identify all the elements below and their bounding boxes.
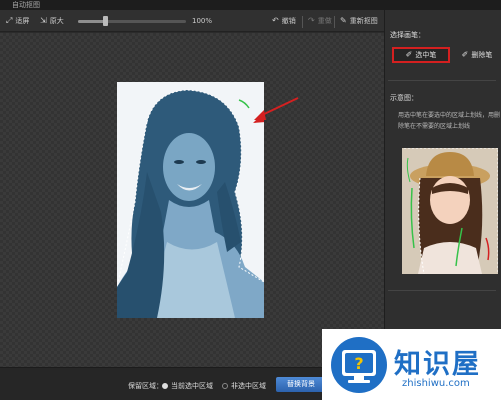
red-arrow-annotation xyxy=(254,97,299,120)
select-pen-heading: 选择画笔： xyxy=(390,31,425,39)
svg-text:?: ? xyxy=(354,354,363,373)
redo-label: 重做 xyxy=(317,17,332,25)
zoom-level: 100% xyxy=(192,17,213,25)
toolbar-divider xyxy=(334,16,335,28)
keep-unselected-label: 非选中区域 xyxy=(231,382,266,390)
original-size-icon: ⇲ xyxy=(40,16,47,25)
panel-divider xyxy=(388,290,496,291)
redraw-button[interactable]: ✎ 重新抠图 xyxy=(340,14,378,28)
panel-divider xyxy=(388,80,496,81)
fit-screen-button[interactable]: ⤢ 适屏 xyxy=(6,14,29,28)
undo-label: 撤销 xyxy=(281,17,296,25)
example-image xyxy=(402,148,498,274)
replace-background-button[interactable]: 替换背景 xyxy=(276,377,326,392)
brush-icon: ✎ xyxy=(340,16,347,25)
brand-url: zhishiwu.com xyxy=(402,378,470,389)
original-size-label: 原大 xyxy=(49,17,64,25)
fit-screen-label: 适屏 xyxy=(15,17,30,25)
pen-icon: ✐ xyxy=(405,50,413,59)
window-title: 自动抠图 xyxy=(12,1,40,9)
redo-icon: ↷ xyxy=(308,16,315,25)
title-bar: 自动抠图 xyxy=(0,0,501,10)
erase-pen-label: 删除笔 xyxy=(471,51,493,59)
fit-screen-icon: ⤢ xyxy=(6,16,13,25)
redraw-label: 重新抠图 xyxy=(349,17,378,25)
example-heading: 示意图： xyxy=(390,94,418,102)
hint-text: 用选中笔在要选中的区域上划线，用删除笔在不需要的区域上划线 xyxy=(398,112,501,130)
keep-current-label: 当前选中区域 xyxy=(171,382,213,390)
redo-button[interactable]: ↷ 重做 xyxy=(308,14,332,28)
undo-button[interactable]: ↶ 撤销 xyxy=(272,14,296,28)
portrait-photo[interactable] xyxy=(117,82,264,318)
keep-unselected-option[interactable]: 非选中区域 xyxy=(222,381,266,391)
radio-selected-icon xyxy=(162,383,168,389)
zoom-slider-handle[interactable] xyxy=(103,16,108,26)
toolbar-divider xyxy=(302,16,303,28)
brand-name: 知识屋 xyxy=(394,349,481,380)
erase-pen-button[interactable]: ✐ 删除笔 xyxy=(456,47,498,63)
keep-current-option[interactable]: 当前选中区域 xyxy=(162,381,213,391)
undo-icon: ↶ xyxy=(272,16,279,25)
radio-unselected-icon xyxy=(222,383,228,389)
original-size-button[interactable]: ⇲ 原大 xyxy=(40,14,64,28)
zoom-slider-fill xyxy=(78,20,106,23)
select-pen-button[interactable]: ✐ 选中笔 xyxy=(392,47,450,63)
select-pen-label: 选中笔 xyxy=(415,51,437,59)
brand-logo-icon: ? xyxy=(331,337,387,393)
keep-area-label: 保留区域： xyxy=(128,382,163,390)
eraser-pen-icon: ✐ xyxy=(461,50,469,59)
